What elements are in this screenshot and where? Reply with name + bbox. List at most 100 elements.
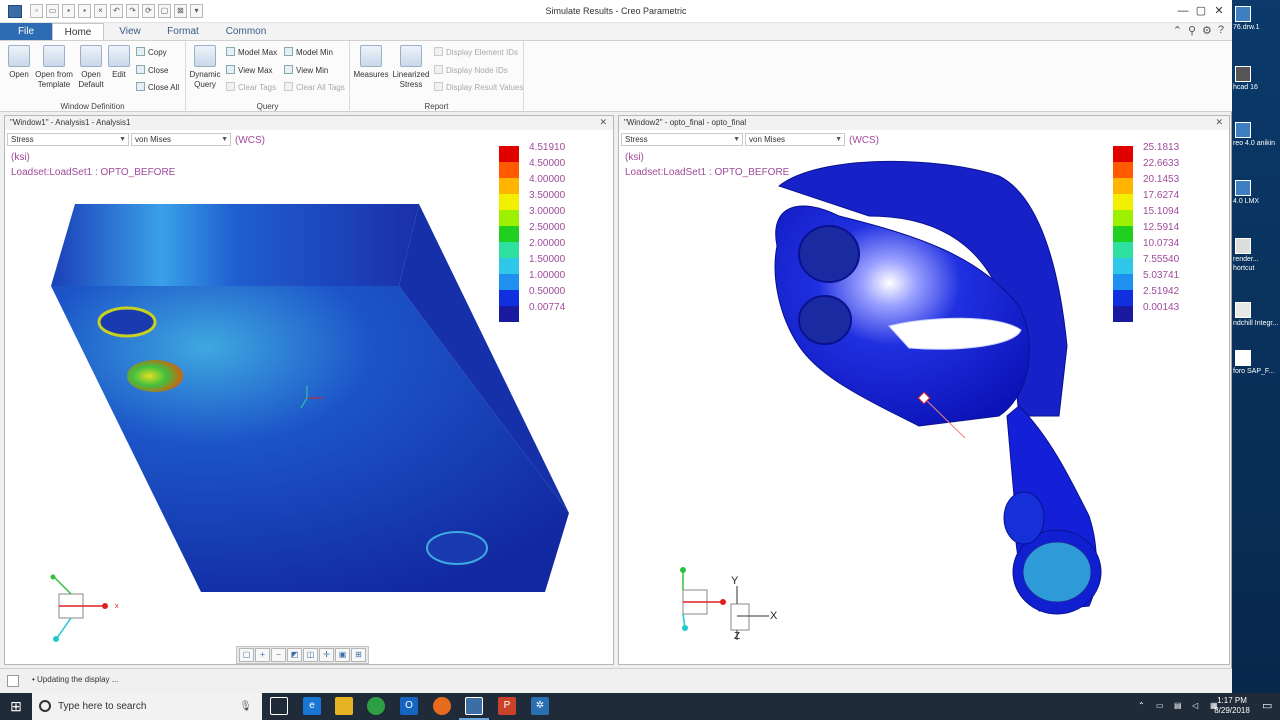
display-style-icon[interactable]: ▣ bbox=[335, 648, 350, 662]
help-icon[interactable]: ? bbox=[1218, 24, 1224, 37]
legend-swatch bbox=[1113, 162, 1133, 178]
new-icon[interactable]: ▫ bbox=[30, 4, 43, 18]
redo-icon[interactable]: ↷ bbox=[126, 4, 139, 18]
desktop-icon[interactable]: render... hortcut bbox=[1233, 238, 1280, 273]
legend-swatch bbox=[1113, 290, 1133, 306]
refit-icon[interactable]: ▢ bbox=[239, 648, 254, 662]
model-min-icon bbox=[284, 47, 293, 56]
edit-button[interactable]: Edit bbox=[100, 45, 138, 80]
clear-all-tags-icon bbox=[284, 82, 293, 91]
axis-x-label: X bbox=[770, 610, 778, 622]
taskbar-search-input[interactable]: Type here to search 🎙 bbox=[32, 693, 262, 720]
network-icon[interactable]: ▭ bbox=[1156, 701, 1164, 710]
open-icon[interactable]: ▭ bbox=[46, 4, 59, 18]
close-window-icon[interactable]: × bbox=[94, 4, 107, 18]
desktop-icon[interactable]: ndchill Integr... bbox=[1233, 302, 1280, 328]
dynamic-query-button[interactable]: Dynamic Query bbox=[186, 45, 224, 90]
creo-lmx-icon bbox=[1235, 180, 1251, 196]
saved-views-icon[interactable]: ◫ bbox=[303, 648, 318, 662]
window2-viewport[interactable]: Y X Z bbox=[619, 116, 1230, 665]
view-min-button[interactable]: View Min bbox=[284, 65, 328, 76]
repaint-icon[interactable]: ◩ bbox=[287, 648, 302, 662]
maximize-button[interactable]: ▢ bbox=[1192, 3, 1210, 19]
undo-icon[interactable]: ↶ bbox=[110, 4, 123, 18]
app-icon[interactable]: ✲ bbox=[531, 697, 549, 715]
result-window-1[interactable]: "Window1" - Analysis1 - Analysis1 ✕ Stre… bbox=[4, 115, 614, 665]
display-node-ids-button[interactable]: Display Node IDs bbox=[434, 65, 508, 76]
collapse-ribbon-icon[interactable]: ⌃ bbox=[1173, 24, 1182, 37]
legend-swatch bbox=[1113, 242, 1133, 258]
desktop-icon[interactable]: 4.0 LMX bbox=[1233, 180, 1280, 206]
model-min-button[interactable]: Model Min bbox=[284, 47, 333, 58]
view-max-button[interactable]: View Max bbox=[226, 65, 273, 76]
close-result-button[interactable]: Close bbox=[136, 65, 168, 76]
hole-3 bbox=[426, 531, 488, 565]
model-max-button[interactable]: Model Max bbox=[226, 47, 277, 58]
view-manager-icon[interactable]: ⊞ bbox=[351, 648, 366, 662]
display-element-ids-button[interactable]: Display Element IDs bbox=[434, 47, 518, 58]
linearized-stress-button[interactable]: Linearized Stress bbox=[390, 45, 432, 90]
render-shortcut-icon bbox=[1235, 238, 1251, 254]
legend-value: 22.6633 bbox=[1143, 158, 1180, 169]
volume-icon[interactable]: ◁ bbox=[1192, 701, 1198, 710]
clear-all-tags-button[interactable]: Clear All Tags bbox=[284, 82, 345, 93]
tab-view[interactable]: View bbox=[108, 23, 152, 40]
microphone-icon[interactable]: 🎙 bbox=[239, 693, 252, 720]
printer-icon[interactable]: ▤ bbox=[1174, 701, 1182, 710]
taskbar-clock[interactable]: 1:17 PM 8/29/2018 bbox=[1210, 696, 1254, 716]
orientation-cube-icon bbox=[680, 567, 769, 640]
customize-qat-icon[interactable]: ▾ bbox=[190, 4, 203, 18]
open-from-template-button[interactable]: Open from Template bbox=[32, 45, 76, 90]
message-area-toggle[interactable] bbox=[7, 675, 19, 687]
save-copy-icon[interactable]: ▪ bbox=[78, 4, 91, 18]
edge-icon[interactable]: e bbox=[303, 697, 321, 715]
chrome-icon[interactable] bbox=[367, 697, 385, 715]
regenerate-icon[interactable]: ⟳ bbox=[142, 4, 155, 18]
desktop-icon[interactable]: reo 4.0 anikin bbox=[1233, 122, 1280, 148]
task-view-icon[interactable] bbox=[270, 697, 288, 715]
spin-center-icon[interactable]: ✛ bbox=[319, 648, 334, 662]
powerpoint-icon[interactable]: P bbox=[498, 697, 516, 715]
zoom-out-icon[interactable]: − bbox=[271, 648, 286, 662]
document-icon bbox=[1235, 350, 1251, 366]
tab-common[interactable]: Common bbox=[214, 23, 278, 40]
axis-z-label: Z bbox=[734, 631, 740, 642]
close-icon[interactable]: ⊠ bbox=[174, 4, 187, 18]
minimize-button[interactable]: — bbox=[1174, 3, 1192, 19]
close-all-button[interactable]: Close All bbox=[136, 82, 179, 93]
creo-app-icon[interactable] bbox=[8, 5, 22, 18]
close-button[interactable]: ✕ bbox=[1210, 3, 1228, 19]
legend-swatch bbox=[1113, 226, 1133, 242]
desktop-background bbox=[1232, 0, 1280, 693]
desktop-icon[interactable]: 76.drw.1 bbox=[1233, 6, 1280, 32]
outlook-icon[interactable]: O bbox=[400, 697, 418, 715]
desktop-icon[interactable]: hcad 16 bbox=[1233, 66, 1280, 92]
desktop-icon[interactable]: foro SAP_F... bbox=[1233, 350, 1280, 376]
windows-icon[interactable]: ▢ bbox=[158, 4, 171, 18]
firefox-icon[interactable] bbox=[433, 697, 451, 715]
result-window-2[interactable]: "Window2" - opto_final - opto_final ✕ St… bbox=[618, 115, 1230, 665]
save-icon[interactable]: ▪ bbox=[62, 4, 75, 18]
creo-taskbar-icon[interactable] bbox=[465, 697, 483, 715]
tab-format[interactable]: Format bbox=[156, 23, 210, 40]
file-explorer-icon[interactable] bbox=[335, 697, 353, 715]
search-icon[interactable]: ⚲ bbox=[1188, 24, 1196, 37]
window1-viewport[interactable]: x bbox=[5, 116, 614, 665]
group-label: Report bbox=[424, 102, 449, 111]
notifications-icon[interactable]: ▭ bbox=[1262, 699, 1272, 712]
legend-value: 5.03741 bbox=[1143, 270, 1180, 281]
zoom-in-icon[interactable]: + bbox=[255, 648, 270, 662]
display-result-values-button[interactable]: Display Result Values bbox=[434, 82, 523, 93]
settings-icon[interactable]: ⚙ bbox=[1202, 24, 1212, 37]
legend-swatch bbox=[1113, 146, 1133, 162]
group-query: Dynamic Query Model Max Model Min View M… bbox=[186, 41, 350, 113]
quick-access-toolbar: ▫ ▭ ▪ ▪ × ↶ ↷ ⟳ ▢ ⊠ ▾ bbox=[30, 4, 203, 18]
start-button[interactable]: ⊞ bbox=[0, 693, 32, 720]
copy-button[interactable]: Copy bbox=[136, 47, 167, 58]
ribbon-tab-row: File Home View Format Common ⌃ ⚲ ⚙ ? bbox=[0, 23, 1232, 40]
clear-tags-button[interactable]: Clear Tags bbox=[226, 82, 276, 93]
tab-file[interactable]: File bbox=[0, 23, 52, 40]
tray-overflow-icon[interactable]: ⌃ bbox=[1138, 701, 1145, 710]
measures-button[interactable]: Measures bbox=[352, 45, 390, 80]
tab-home[interactable]: Home bbox=[52, 23, 104, 40]
